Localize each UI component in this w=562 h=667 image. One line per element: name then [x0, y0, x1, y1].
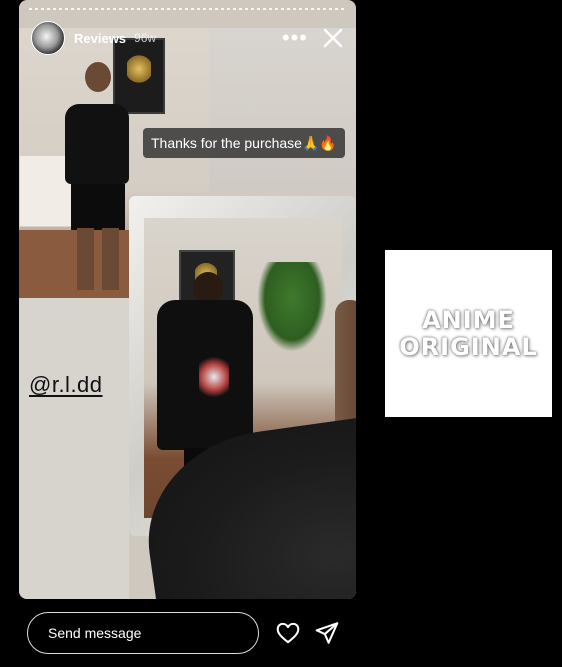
mention-sticker[interactable]: @r.l.dd — [29, 372, 103, 398]
timestamp: 96w — [134, 31, 157, 45]
story-caption: Thanks for the purchase🙏🔥 — [143, 128, 345, 158]
brand-logo-line2: ORIGINAL — [399, 332, 538, 361]
more-options-icon[interactable]: ••• — [282, 27, 308, 49]
close-icon[interactable] — [322, 27, 344, 49]
avatar[interactable] — [31, 21, 65, 55]
story-header: Reviews 96w ••• — [31, 20, 344, 56]
story-progress-bar — [29, 8, 346, 10]
brand-logo-line1: ANIME — [422, 305, 515, 334]
next-story-preview[interactable]: ANIME ORIGINAL — [385, 250, 552, 417]
send-icon[interactable] — [314, 620, 340, 646]
story-viewer[interactable]: Reviews 96w ••• Thanks for the purchase🙏… — [19, 0, 356, 599]
send-message-input[interactable]: Send message — [27, 612, 259, 654]
username[interactable]: Reviews — [74, 31, 126, 46]
heart-icon[interactable] — [275, 620, 301, 646]
